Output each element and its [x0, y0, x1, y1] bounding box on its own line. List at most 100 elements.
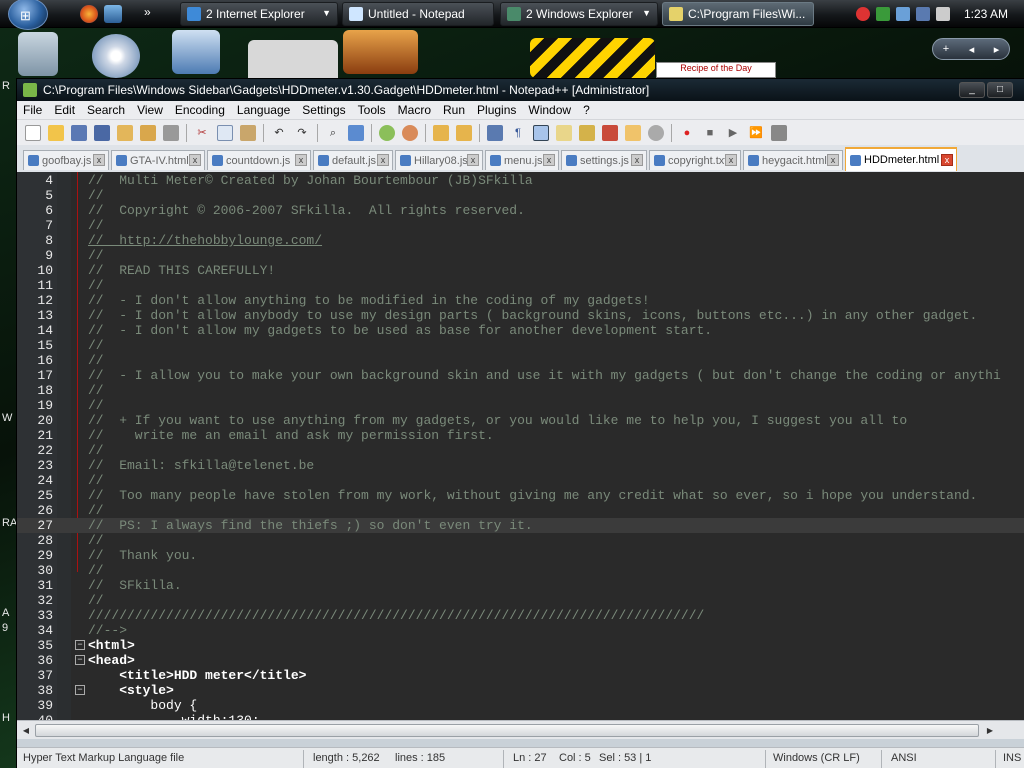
close-icon[interactable]: x [631, 154, 643, 166]
tab-menu-js[interactable]: menu.js x [485, 150, 559, 170]
undo-icon[interactable]: ↶ [271, 125, 287, 141]
recycle-bin-icon[interactable] [18, 32, 58, 76]
sidebar-add-button[interactable]: + [943, 43, 949, 55]
code-line[interactable]: 19 // [17, 398, 1024, 413]
code-line[interactable]: 34 //--> [17, 623, 1024, 638]
notepad-plus-plus-app-icon[interactable] [23, 83, 37, 97]
folder-workspace-icon[interactable] [625, 124, 641, 141]
menu-settings[interactable]: Settings [302, 103, 345, 117]
code-line[interactable]: 6 // Copyright © 2006-2007 SFkilla. All r… [17, 203, 1024, 218]
run-macro-multiple-icon[interactable]: ⏩ [748, 125, 764, 141]
close-icon[interactable]: x [725, 154, 737, 166]
menu-view[interactable]: View [137, 103, 163, 117]
code-line[interactable]: 9 // [17, 248, 1024, 263]
save-all-icon[interactable] [94, 124, 110, 141]
replace-icon[interactable] [348, 124, 364, 141]
close-icon[interactable]: x [941, 154, 953, 166]
menu-edit[interactable]: Edit [54, 103, 75, 117]
zoom-out-icon[interactable] [402, 124, 418, 141]
code-line[interactable]: 30 // [17, 563, 1024, 578]
tab-default-js[interactable]: default.js x [313, 150, 393, 170]
redo-icon[interactable]: ↷ [294, 125, 310, 141]
tab-goofbay-js[interactable]: goofbay.js x [23, 150, 109, 170]
volume-icon[interactable] [936, 7, 950, 21]
code-line[interactable]: 25 // Too many people have stolen from my… [17, 488, 1024, 503]
record-macro-icon[interactable]: ● [679, 125, 695, 141]
firefox-icon[interactable] [80, 5, 98, 23]
code-line[interactable]: 35 − <html> [17, 638, 1024, 653]
shortcut-icon[interactable] [172, 30, 220, 74]
code-line[interactable]: 11 // [17, 278, 1024, 293]
sidebar-controls[interactable]: + ◂ ▸ [932, 38, 1010, 60]
sidebar-next-button[interactable]: ▸ [994, 43, 1000, 56]
taskbar-clock[interactable]: 1:23 AM [964, 7, 1008, 21]
minimize-button[interactable]: _ [959, 82, 985, 98]
tab-countdown-js[interactable]: countdown.js x [207, 150, 311, 170]
word-wrap-icon[interactable] [487, 124, 503, 141]
save-macro-icon[interactable] [771, 124, 787, 141]
code-line[interactable]: 16 // [17, 353, 1024, 368]
new-file-icon[interactable] [25, 124, 41, 141]
code-line[interactable]: 12 // - I don't allow anything to be modi… [17, 293, 1024, 308]
code-line[interactable]: 32 // [17, 593, 1024, 608]
close-icon[interactable]: x [189, 154, 201, 166]
code-line[interactable]: 24 // [17, 473, 1024, 488]
code-editor[interactable]: 4 // Multi Meter© Created by Johan Bourte… [17, 172, 1024, 720]
menu-encoding[interactable]: Encoding [175, 103, 225, 117]
code-line[interactable]: 4 // Multi Meter© Created by Johan Bourte… [17, 173, 1024, 188]
save-icon[interactable] [71, 124, 87, 141]
menu-language[interactable]: Language [237, 103, 290, 117]
close-icon[interactable]: x [295, 154, 307, 166]
code-line[interactable]: 22 // [17, 443, 1024, 458]
code-line[interactable]: 18 // [17, 383, 1024, 398]
sync-horizontal-icon[interactable] [456, 124, 472, 141]
indent-guide-icon[interactable] [533, 124, 549, 141]
code-line[interactable]: 37 <title>HDD meter</title> [17, 668, 1024, 683]
cd-drive-icon[interactable] [92, 34, 140, 78]
close-icon[interactable]: x [543, 154, 555, 166]
recipe-gadget-label[interactable]: Recipe of the Day [656, 62, 776, 78]
code-line[interactable]: 39 body { [17, 698, 1024, 713]
taskbar-button-notepad-plus-plus[interactable]: C:\Program Files\Wi... [662, 2, 814, 26]
code-line[interactable]: 31 // SFkilla. [17, 578, 1024, 593]
code-line[interactable]: 21 // write me an email and ask my permis… [17, 428, 1024, 443]
tab-copyright-txt[interactable]: copyright.txt x [649, 150, 741, 170]
close-icon[interactable]: x [467, 154, 479, 166]
taskbar-button-notepad[interactable]: Untitled - Notepad [342, 2, 494, 26]
user-lang-icon[interactable] [556, 124, 572, 141]
code-line[interactable]: 5 // [17, 188, 1024, 203]
stop-macro-icon[interactable]: ■ [702, 125, 718, 141]
fold-toggle-icon[interactable]: − [75, 685, 85, 695]
menu-window[interactable]: Window [528, 103, 571, 117]
code-line[interactable]: 38 − <style> [17, 683, 1024, 698]
code-line[interactable]: 14 // - I don't allow my gadgets to be us… [17, 323, 1024, 338]
close-file-icon[interactable] [117, 124, 133, 141]
fold-toggle-icon[interactable]: − [75, 640, 85, 650]
code-line[interactable]: 26 // [17, 503, 1024, 518]
taskbar-button-windows-explorer[interactable]: 2 Windows Explorer ▼ [500, 2, 658, 26]
code-line[interactable]: 27 // PS: I always find the thiefs ;) so … [17, 518, 1024, 533]
code-line[interactable]: 8 // http://thehobbylounge.com/ [17, 233, 1024, 248]
scroll-right-icon[interactable]: ▶ [983, 724, 997, 737]
tab-hddmeter-html[interactable]: HDDmeter.html x [845, 147, 957, 171]
maximize-button[interactable]: □ [987, 82, 1013, 98]
close-icon[interactable]: x [93, 154, 105, 166]
gadget-slideshow-icon[interactable] [343, 30, 418, 74]
code-line[interactable]: 33 //////////////////////////////////////… [17, 608, 1024, 623]
gadget-warning-icon[interactable] [530, 38, 655, 78]
tab-settings-js[interactable]: settings.js x [561, 150, 647, 170]
scrollbar-thumb[interactable] [35, 724, 979, 737]
menu-search[interactable]: Search [87, 103, 125, 117]
code-line[interactable]: 15 // [17, 338, 1024, 353]
menu-help[interactable]: ? [583, 103, 590, 117]
window-titlebar[interactable]: C:\Program Files\Windows Sidebar\Gadgets… [17, 79, 1024, 101]
show-all-chars-icon[interactable]: ¶ [510, 125, 526, 141]
print-icon[interactable] [163, 124, 179, 141]
display-icon[interactable] [916, 7, 930, 21]
horizontal-scrollbar[interactable]: ◀ ▶ [17, 720, 1024, 739]
code-line[interactable]: 7 // [17, 218, 1024, 233]
cut-icon[interactable]: ✂ [194, 125, 210, 141]
code-line[interactable]: 13 // - I don't allow anybody to use my d… [17, 308, 1024, 323]
code-line[interactable]: 28 // [17, 533, 1024, 548]
code-line[interactable]: 23 // Email: sfkilla@telenet.be [17, 458, 1024, 473]
